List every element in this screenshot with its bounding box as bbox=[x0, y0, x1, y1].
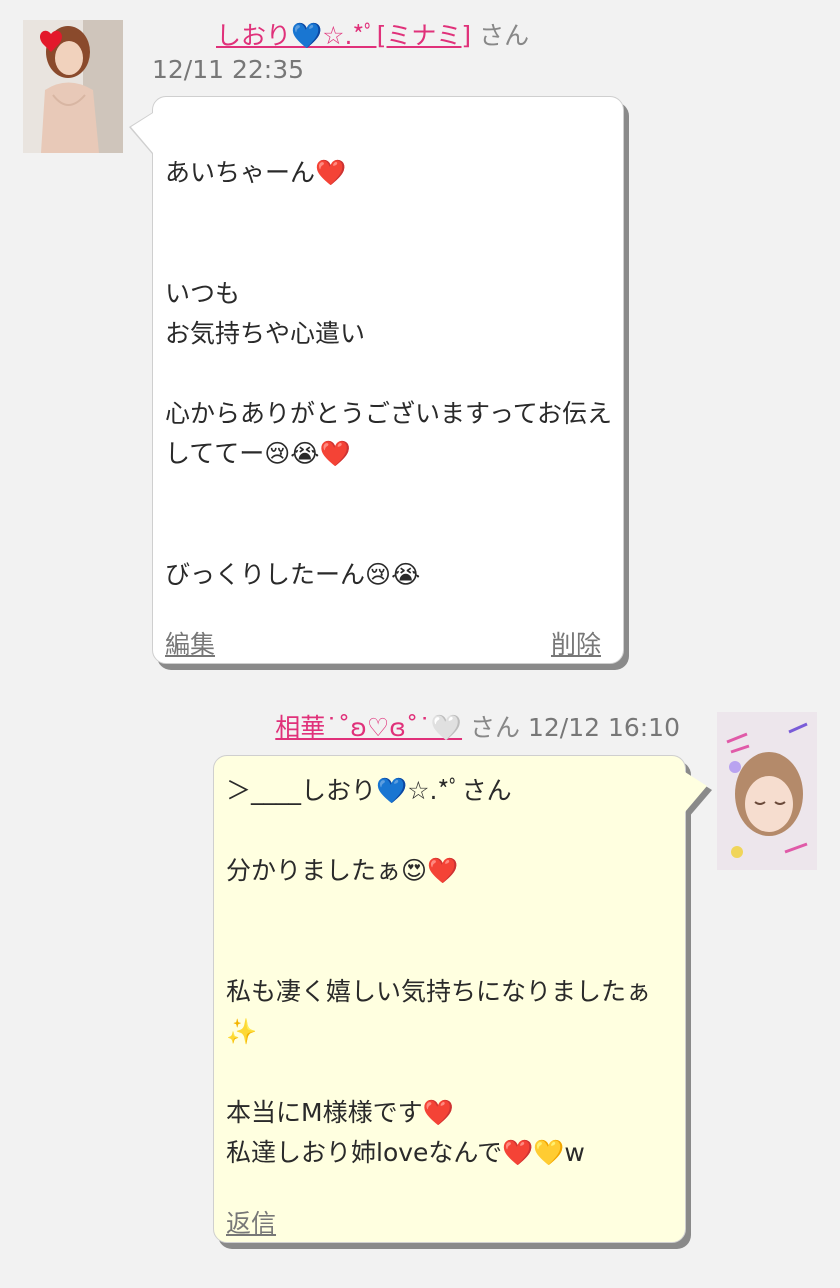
honorific: さん bbox=[469, 713, 520, 742]
sender-name-link[interactable]: しおり💙☆.*ﾟ[ミナミ] bbox=[162, 21, 471, 50]
message-body: あいちゃーん❤️ いつも お気持ちや心遣い 心からありがとうございますってお伝え… bbox=[165, 158, 613, 590]
bubble-tail bbox=[131, 113, 153, 153]
reply-link[interactable]: 返信 bbox=[226, 1204, 276, 1240]
message-2-header: 相華˙˚ʚ♡ɞ˚˙🤍 さん 12/12 16:10 bbox=[275, 713, 680, 743]
edit-link[interactable]: 編集 bbox=[165, 625, 215, 661]
bubble-tail bbox=[685, 772, 707, 812]
message-1-header: しおり💙☆.*ﾟ[ミナミ] さん bbox=[162, 21, 529, 51]
sender-name: しおり💙☆.*ﾟ[ミナミ] bbox=[216, 21, 472, 50]
sender-name-link[interactable]: 相華˙˚ʚ♡ɞ˚˙🤍 bbox=[275, 713, 462, 742]
message-bubble: ＞____しおり💙☆.*ﾟさん 分かりましたぁ😍❤️ 私も凄く嬉しい気持ちになり… bbox=[213, 755, 712, 1243]
delete-link[interactable]: 削除 bbox=[551, 625, 601, 661]
avatar-photo-icon bbox=[717, 712, 817, 870]
sender-avatar-1[interactable] bbox=[23, 20, 123, 153]
avatar-photo-icon bbox=[23, 20, 123, 153]
message-timestamp: 12/12 16:10 bbox=[527, 713, 680, 742]
sender-avatar-2[interactable] bbox=[717, 712, 817, 870]
message-body: ＞____しおり💙☆.*ﾟさん 分かりましたぁ😍❤️ 私も凄く嬉しい気持ちになり… bbox=[226, 776, 652, 1167]
honorific: さん bbox=[479, 21, 530, 50]
message-timestamp: 12/11 22:35 bbox=[152, 55, 305, 84]
message-bubble: あいちゃーん❤️ いつも お気持ちや心遣い 心からありがとうございますってお伝え… bbox=[129, 96, 624, 664]
